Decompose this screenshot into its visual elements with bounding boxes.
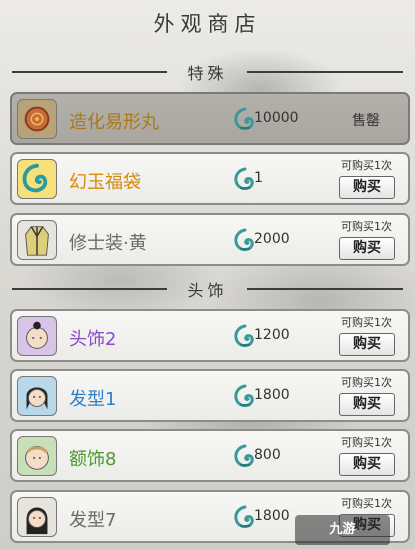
shop-item-row: 头饰2 1200 可购买1次 购买 (10, 309, 410, 362)
shop-item-row: 额饰8 800 可购买1次 购买 (10, 429, 410, 482)
sold-out-label: 售罄 (352, 113, 380, 129)
buy-button[interactable]: 购买 (339, 333, 395, 356)
item-price: 1200 (254, 327, 290, 343)
forehead-ornament-icon (17, 436, 57, 476)
shop-item-row: 发型1 1800 可购买1次 购买 (10, 369, 410, 422)
item-name: 发型7 (69, 510, 117, 531)
item-name: 额饰8 (69, 449, 117, 470)
item-name: 幻玉福袋 (69, 172, 141, 193)
shop-item-row: 幻玉福袋 1 可购买1次 购买 (10, 152, 410, 205)
divider (247, 71, 403, 73)
purchase-limit: 可购买1次 (341, 436, 392, 449)
item-price: 10000 (254, 110, 299, 126)
headwear-icon (17, 316, 57, 356)
jade-pouch-icon (17, 159, 57, 199)
shop-item-row: 造化易形丸 10000 售罄 (10, 92, 410, 145)
buy-button[interactable]: 购买 (339, 453, 395, 476)
item-price: 1 (254, 170, 263, 186)
shop-title: 外观商店 (153, 12, 262, 36)
section-header-headwear: 头饰 (0, 277, 415, 300)
item-name: 修士装·黄 (69, 233, 147, 254)
hairstyle-icon (17, 497, 57, 537)
hairstyle-icon (17, 376, 57, 416)
shop-item-row: 修士装·黄 2000 可购买1次 购买 (10, 213, 410, 266)
buy-button[interactable]: 购买 (339, 237, 395, 260)
purchase-limit: 可购买1次 (341, 376, 392, 389)
robe-icon (17, 220, 57, 260)
purchase-limit: 可购买1次 (341, 497, 392, 510)
item-price: 2000 (254, 231, 290, 247)
item-price: 800 (254, 447, 281, 463)
purchase-limit: 可购买1次 (341, 220, 392, 233)
purchase-limit: 可购买1次 (341, 316, 392, 329)
section-header-special: 特殊 (0, 60, 415, 83)
purchase-limit: 可购买1次 (341, 159, 392, 172)
item-name: 头饰2 (69, 329, 117, 350)
item-price: 1800 (254, 387, 290, 403)
pill-icon (17, 99, 57, 139)
item-name: 造化易形丸 (69, 112, 159, 133)
watermark-logo: 九游 (295, 515, 390, 545)
buy-button[interactable]: 购买 (339, 393, 395, 416)
divider (247, 288, 403, 290)
buy-button[interactable]: 购买 (339, 176, 395, 199)
item-price: 1800 (254, 508, 290, 524)
item-name: 发型1 (69, 389, 117, 410)
